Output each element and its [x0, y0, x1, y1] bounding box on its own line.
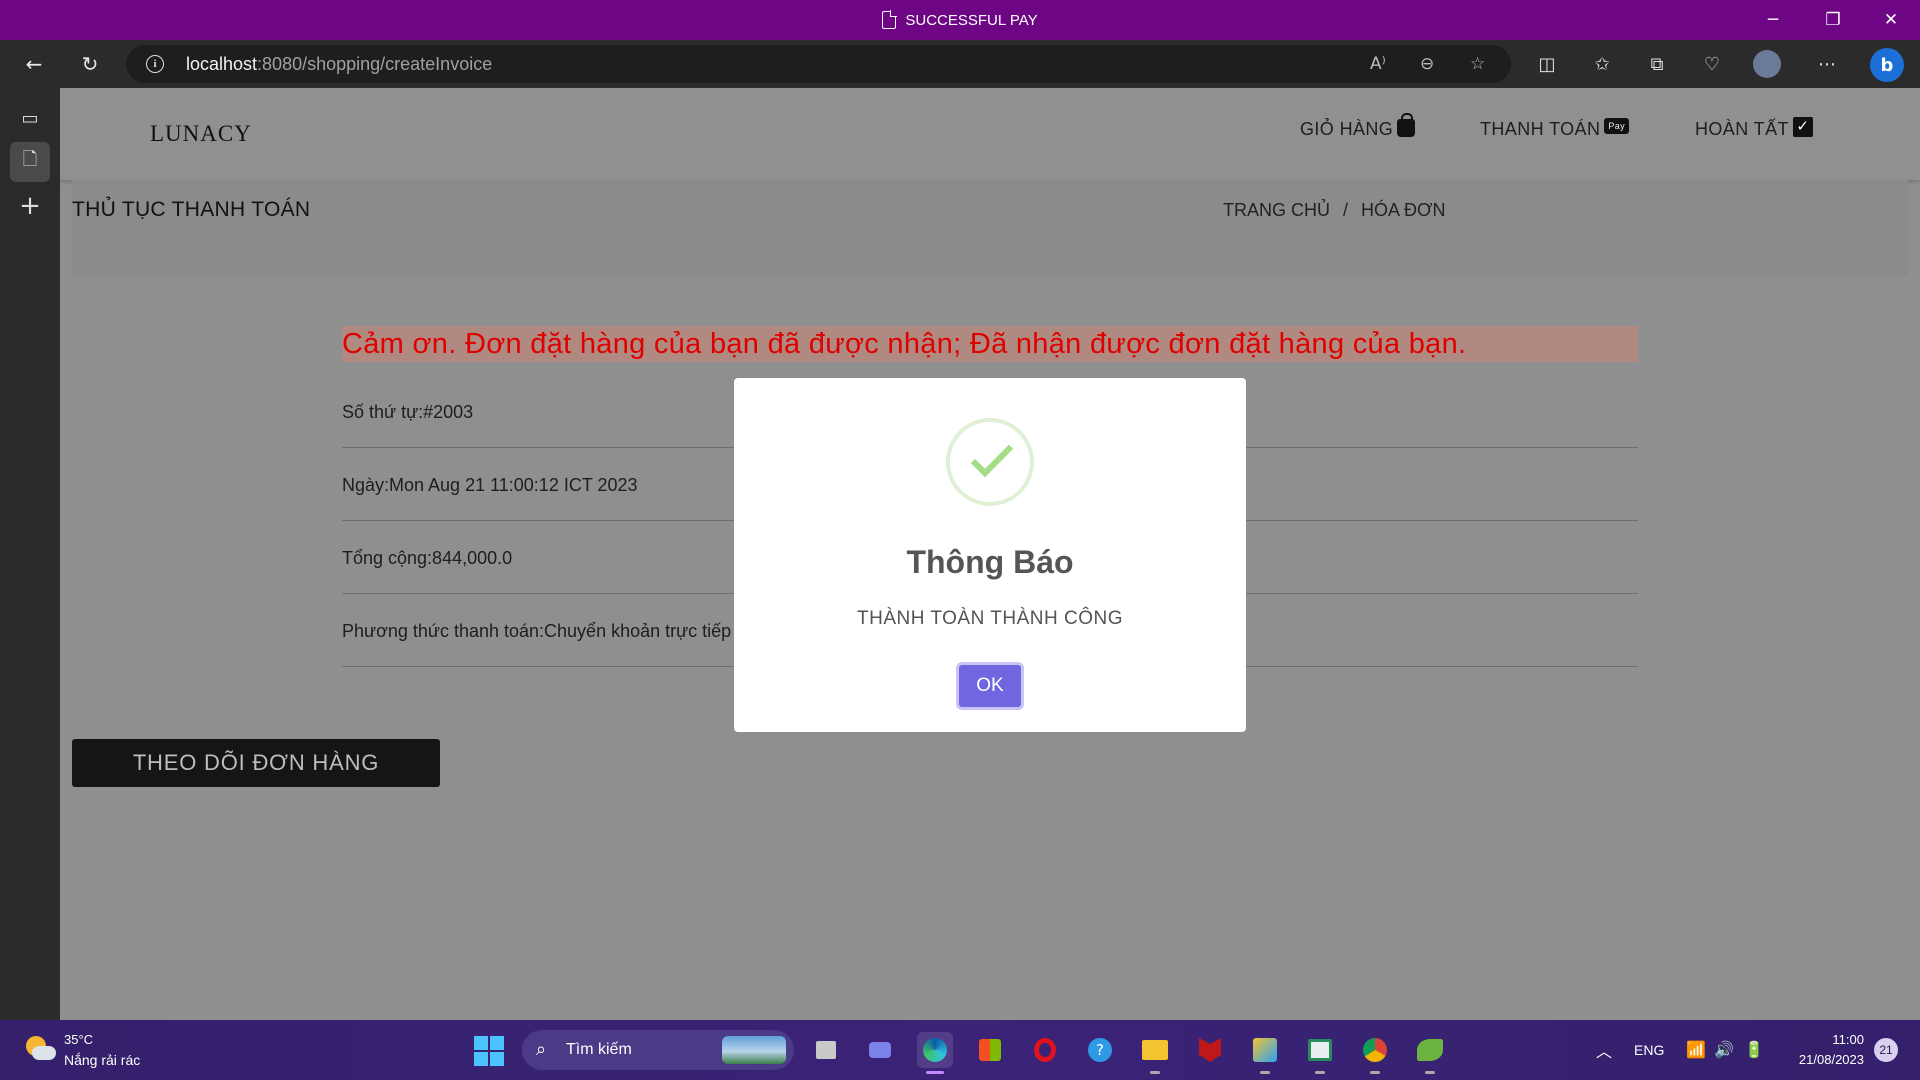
search-label: Tìm kiếm [566, 1041, 632, 1058]
checkmark-icon [970, 434, 1014, 478]
thank-you-message: Cảm ơn. Đơn đặt hàng của bạn đã được nhậ… [342, 326, 1638, 362]
ok-button[interactable]: OK [956, 662, 1024, 710]
more-menu-icon[interactable]: ⋯ [1813, 50, 1841, 78]
checkbox-icon: ✓ [1792, 116, 1813, 137]
minimize-button[interactable]: ─ [1744, 0, 1802, 40]
photo-editor-icon[interactable] [1247, 1032, 1283, 1074]
teams-chat-icon[interactable] [862, 1032, 898, 1068]
weather-temperature[interactable]: 35°C [64, 1032, 93, 1047]
active-tab-page-icon[interactable]: 🗋 [10, 142, 50, 182]
back-icon[interactable]: ← [16, 46, 52, 82]
battery-icon[interactable]: 🔋 [1744, 1020, 1764, 1080]
window-title-text: SUCCESSFUL PAY [905, 11, 1038, 29]
breadcrumb-separator: / [1343, 200, 1349, 220]
document-icon [882, 10, 898, 29]
breadcrumb-banner: THỦ TỤC THANH TOÁN TRANG CHỦ / HÓA ĐƠN [72, 180, 1908, 276]
taskbar: 35°C Nắng rải rác ⌕ Tìm kiếm ? ︿ ENG 📶 🔊… [0, 1020, 1920, 1080]
dialog-title: Thông Báo [906, 544, 1074, 580]
new-tab-icon[interactable]: + [10, 186, 50, 226]
window-title: SUCCESSFUL PAY [0, 0, 1920, 40]
ms-store-icon[interactable] [972, 1032, 1008, 1068]
clock-time: 11:00 [1832, 1032, 1864, 1047]
show-hidden-icons-chevron-icon[interactable]: ︿ [1596, 1020, 1612, 1080]
file-explorer-icon[interactable] [1137, 1032, 1173, 1074]
wifi-icon[interactable]: 📶 [1686, 1020, 1706, 1080]
language-indicator[interactable]: ENG [1634, 1020, 1664, 1080]
success-dialog: Thông Báo THÀNH TOÀN THÀNH CÔNG OK [734, 378, 1246, 732]
order-date: Ngày:Mon Aug 21 11:00:12 ICT 2023 [342, 475, 638, 495]
volume-icon[interactable]: 🔊 [1714, 1020, 1734, 1080]
site-info-icon[interactable]: i [146, 55, 164, 73]
taskbar-clock[interactable]: 11:00 21/08/2023 [1780, 1030, 1864, 1070]
breadcrumb-home[interactable]: TRANG CHỦ [1223, 200, 1330, 221]
get-help-icon[interactable]: ? [1082, 1032, 1118, 1068]
favorite-star-icon[interactable]: ☆ [1470, 54, 1485, 74]
address-bar[interactable]: i localhost:8080/shopping/createInvoice … [126, 45, 1511, 83]
spring-tool-icon[interactable] [1412, 1032, 1448, 1074]
copilot-icon[interactable]: b [1870, 48, 1904, 82]
apple-pay-icon: Pay [1604, 117, 1630, 134]
weather-description[interactable]: Nắng rải rác [64, 1052, 140, 1068]
vertical-tab-strip: ▭ 🗋 + [0, 88, 60, 1020]
collections-icon[interactable]: ⧉ [1643, 50, 1671, 78]
browser-essentials-icon[interactable]: ♡ [1698, 50, 1726, 78]
profile-avatar[interactable] [1753, 50, 1781, 78]
payment-method: Phương thức thanh toán:Chuyển khoản trực… [342, 621, 732, 641]
success-check-icon [946, 418, 1034, 506]
nav-done-label: HOÀN TẤT [1695, 119, 1789, 139]
site-header: LUNACY GIỎ HÀNG THANH TOÁN Pay HOÀN TẤT … [60, 88, 1920, 180]
nav-cart-label: GIỎ HÀNG [1300, 119, 1394, 139]
search-icon: ⌕ [536, 1039, 547, 1060]
browser-toolbar: ← ↻ i localhost:8080/shopping/createInvo… [0, 40, 1920, 88]
tab-actions-icon[interactable]: ▭ [10, 98, 50, 138]
dialog-message: THÀNH TOÀN THÀNH CÔNG [857, 608, 1123, 629]
refresh-icon[interactable]: ↻ [72, 46, 108, 82]
nav-checkout-label: THANH TOÁN [1480, 119, 1601, 139]
search-highlight-image [722, 1036, 786, 1064]
site-logo[interactable]: LUNACY [150, 121, 252, 147]
order-total: Tổng cộng:844,000.0 [342, 548, 513, 568]
nav-cart[interactable]: GIỎ HÀNG [1300, 112, 1416, 140]
breadcrumb-current: HÓA ĐƠN [1361, 200, 1446, 220]
weather-icon[interactable] [24, 1034, 56, 1066]
mcafee-icon[interactable] [1192, 1032, 1228, 1068]
url-text[interactable]: localhost:8080/shopping/createInvoice [186, 54, 492, 75]
notification-badge[interactable]: 21 [1874, 1038, 1898, 1062]
clock-date: 21/08/2023 [1798, 1052, 1864, 1067]
split-screen-icon[interactable]: ◫ [1533, 50, 1561, 78]
zoom-out-icon[interactable]: ⊖ [1420, 54, 1434, 74]
spreadsheet-icon[interactable] [1302, 1032, 1338, 1074]
window-title-bar: SUCCESSFUL PAY ─ ❐ ✕ [0, 0, 1920, 40]
track-order-button[interactable]: THEO DÕI ĐƠN HÀNG [72, 739, 440, 787]
favorites-icon[interactable]: ✩ [1588, 50, 1616, 78]
nav-checkout[interactable]: THANH TOÁN Pay [1480, 117, 1630, 140]
start-button[interactable] [474, 1036, 504, 1066]
opera-icon[interactable] [1027, 1032, 1063, 1068]
read-aloud-icon[interactable]: A⁾ [1370, 54, 1386, 74]
breadcrumb: TRANG CHỦ / HÓA ĐƠN [1223, 200, 1445, 221]
shopping-bag-icon [1397, 112, 1416, 137]
taskbar-search[interactable]: ⌕ Tìm kiếm [522, 1030, 794, 1070]
chrome-icon[interactable] [1357, 1032, 1393, 1074]
restore-button[interactable]: ❐ [1804, 0, 1862, 40]
close-button[interactable]: ✕ [1862, 0, 1920, 40]
page-title: THỦ TỤC THANH TOÁN [72, 198, 311, 221]
edge-app-icon[interactable] [917, 1032, 953, 1074]
task-view-icon[interactable] [808, 1032, 844, 1068]
nav-done[interactable]: HOÀN TẤT ✓ [1695, 116, 1813, 140]
order-number: Số thứ tự:#2003 [342, 402, 474, 422]
